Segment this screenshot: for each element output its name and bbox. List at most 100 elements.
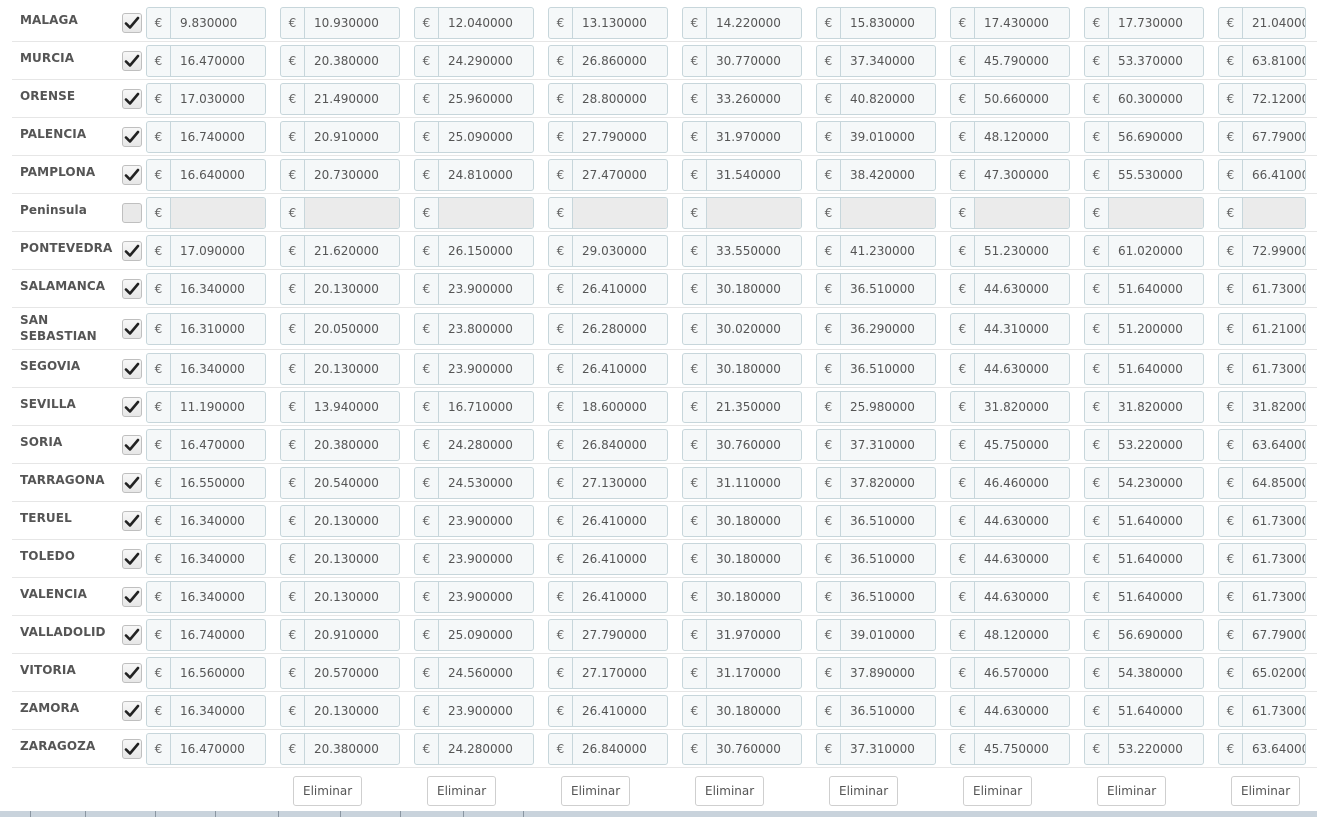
price-input[interactable]: €61.730000 xyxy=(1218,581,1306,613)
price-input[interactable]: €26.410000 xyxy=(548,505,668,537)
zone-enabled-checkbox[interactable] xyxy=(122,473,142,493)
price-input[interactable]: €61.730000 xyxy=(1218,353,1306,385)
price-input[interactable]: €72.120000 xyxy=(1218,83,1306,115)
price-input[interactable]: €39.010000 xyxy=(816,619,936,651)
zone-enabled-checkbox[interactable] xyxy=(122,663,142,683)
price-input[interactable]: €67.790000 xyxy=(1218,121,1306,153)
price-input[interactable]: €36.510000 xyxy=(816,505,936,537)
price-input[interactable]: €20.380000 xyxy=(280,733,400,765)
price-input[interactable]: €30.760000 xyxy=(682,429,802,461)
price-input[interactable]: €16.340000 xyxy=(146,581,266,613)
price-input[interactable]: €48.120000 xyxy=(950,619,1070,651)
zone-enabled-checkbox[interactable] xyxy=(122,51,142,71)
price-input[interactable]: €44.630000 xyxy=(950,543,1070,575)
zone-enabled-checkbox[interactable] xyxy=(122,89,142,109)
price-input[interactable]: €51.640000 xyxy=(1084,543,1204,575)
price-input[interactable]: €67.790000 xyxy=(1218,619,1306,651)
price-input[interactable]: €16.560000 xyxy=(146,657,266,689)
price-input[interactable]: €61.020000 xyxy=(1084,235,1204,267)
delete-range-button[interactable]: Eliminar xyxy=(427,776,497,806)
price-input[interactable]: €16.710000 xyxy=(414,391,534,423)
price-input[interactable]: € xyxy=(816,197,936,229)
price-input[interactable]: €30.180000 xyxy=(682,581,802,613)
price-input[interactable]: € xyxy=(548,197,668,229)
price-input[interactable]: €20.130000 xyxy=(280,273,400,305)
zone-enabled-checkbox[interactable] xyxy=(122,165,142,185)
price-input[interactable]: €24.280000 xyxy=(414,429,534,461)
delete-range-button[interactable]: Eliminar xyxy=(963,776,1033,806)
price-input[interactable]: € xyxy=(280,197,400,229)
zone-enabled-checkbox[interactable] xyxy=(122,279,142,299)
price-input[interactable]: €16.740000 xyxy=(146,121,266,153)
price-input[interactable]: €29.030000 xyxy=(548,235,668,267)
price-input[interactable]: €16.340000 xyxy=(146,505,266,537)
price-input[interactable]: €17.730000 xyxy=(1084,7,1204,39)
price-input[interactable]: €44.310000 xyxy=(950,313,1070,345)
price-input[interactable]: €16.340000 xyxy=(146,543,266,575)
price-input[interactable]: €23.900000 xyxy=(414,695,534,727)
price-input[interactable]: €20.910000 xyxy=(280,121,400,153)
delete-range-button[interactable]: Eliminar xyxy=(561,776,631,806)
price-input[interactable]: €23.800000 xyxy=(414,313,534,345)
price-input[interactable]: €26.410000 xyxy=(548,353,668,385)
zone-enabled-checkbox[interactable] xyxy=(122,701,142,721)
price-input[interactable]: €26.410000 xyxy=(548,543,668,575)
price-input[interactable]: €44.630000 xyxy=(950,353,1070,385)
price-input[interactable]: €66.410000 xyxy=(1218,159,1306,191)
price-input[interactable]: €72.990000 xyxy=(1218,235,1306,267)
price-input[interactable]: €36.510000 xyxy=(816,353,936,385)
price-input[interactable]: €45.790000 xyxy=(950,45,1070,77)
price-input[interactable]: €20.380000 xyxy=(280,429,400,461)
price-input[interactable]: €21.040000 xyxy=(1218,7,1306,39)
zone-enabled-checkbox[interactable] xyxy=(122,203,142,223)
price-input[interactable]: €60.300000 xyxy=(1084,83,1204,115)
price-input[interactable]: €24.290000 xyxy=(414,45,534,77)
price-input[interactable]: €17.090000 xyxy=(146,235,266,267)
price-input[interactable]: €25.090000 xyxy=(414,121,534,153)
delete-range-button[interactable]: Eliminar xyxy=(1231,776,1301,806)
price-input[interactable]: €12.040000 xyxy=(414,7,534,39)
price-input[interactable]: €20.730000 xyxy=(280,159,400,191)
price-input[interactable]: €30.180000 xyxy=(682,505,802,537)
price-input[interactable]: €44.630000 xyxy=(950,273,1070,305)
price-input[interactable]: €16.470000 xyxy=(146,45,266,77)
price-input[interactable]: €37.310000 xyxy=(816,733,936,765)
price-input[interactable]: €24.560000 xyxy=(414,657,534,689)
price-input[interactable]: €26.410000 xyxy=(548,581,668,613)
price-input[interactable]: €37.820000 xyxy=(816,467,936,499)
price-input[interactable]: €27.470000 xyxy=(548,159,668,191)
price-input[interactable]: €25.090000 xyxy=(414,619,534,651)
price-input[interactable]: €53.370000 xyxy=(1084,45,1204,77)
price-input[interactable]: € xyxy=(1084,197,1204,229)
zone-enabled-checkbox[interactable] xyxy=(122,511,142,531)
price-input[interactable]: €31.970000 xyxy=(682,619,802,651)
price-input[interactable]: €31.540000 xyxy=(682,159,802,191)
price-input[interactable]: €14.220000 xyxy=(682,7,802,39)
price-input[interactable]: €21.350000 xyxy=(682,391,802,423)
price-input[interactable]: €20.130000 xyxy=(280,543,400,575)
zone-enabled-checkbox[interactable] xyxy=(122,549,142,569)
price-input[interactable]: €30.180000 xyxy=(682,543,802,575)
price-input[interactable]: €51.230000 xyxy=(950,235,1070,267)
price-input[interactable]: €36.510000 xyxy=(816,581,936,613)
delete-range-button[interactable]: Eliminar xyxy=(695,776,765,806)
price-input[interactable]: €54.380000 xyxy=(1084,657,1204,689)
price-input[interactable]: €64.850000 xyxy=(1218,467,1306,499)
price-input[interactable]: €24.280000 xyxy=(414,733,534,765)
price-input[interactable]: €45.750000 xyxy=(950,429,1070,461)
price-input[interactable]: €23.900000 xyxy=(414,353,534,385)
price-input[interactable]: €48.120000 xyxy=(950,121,1070,153)
zone-enabled-checkbox[interactable] xyxy=(122,241,142,261)
price-input[interactable]: €26.840000 xyxy=(548,429,668,461)
price-input[interactable]: €30.180000 xyxy=(682,695,802,727)
price-input[interactable]: €20.130000 xyxy=(280,353,400,385)
zone-enabled-checkbox[interactable] xyxy=(122,127,142,147)
price-input[interactable]: €44.630000 xyxy=(950,581,1070,613)
horizontal-scrollbar[interactable] xyxy=(0,811,1317,817)
price-input[interactable]: €16.640000 xyxy=(146,159,266,191)
price-input[interactable]: €31.110000 xyxy=(682,467,802,499)
price-input[interactable]: €26.410000 xyxy=(548,695,668,727)
price-input[interactable]: €20.130000 xyxy=(280,695,400,727)
price-input[interactable]: €17.430000 xyxy=(950,7,1070,39)
price-input[interactable]: €61.730000 xyxy=(1218,543,1306,575)
